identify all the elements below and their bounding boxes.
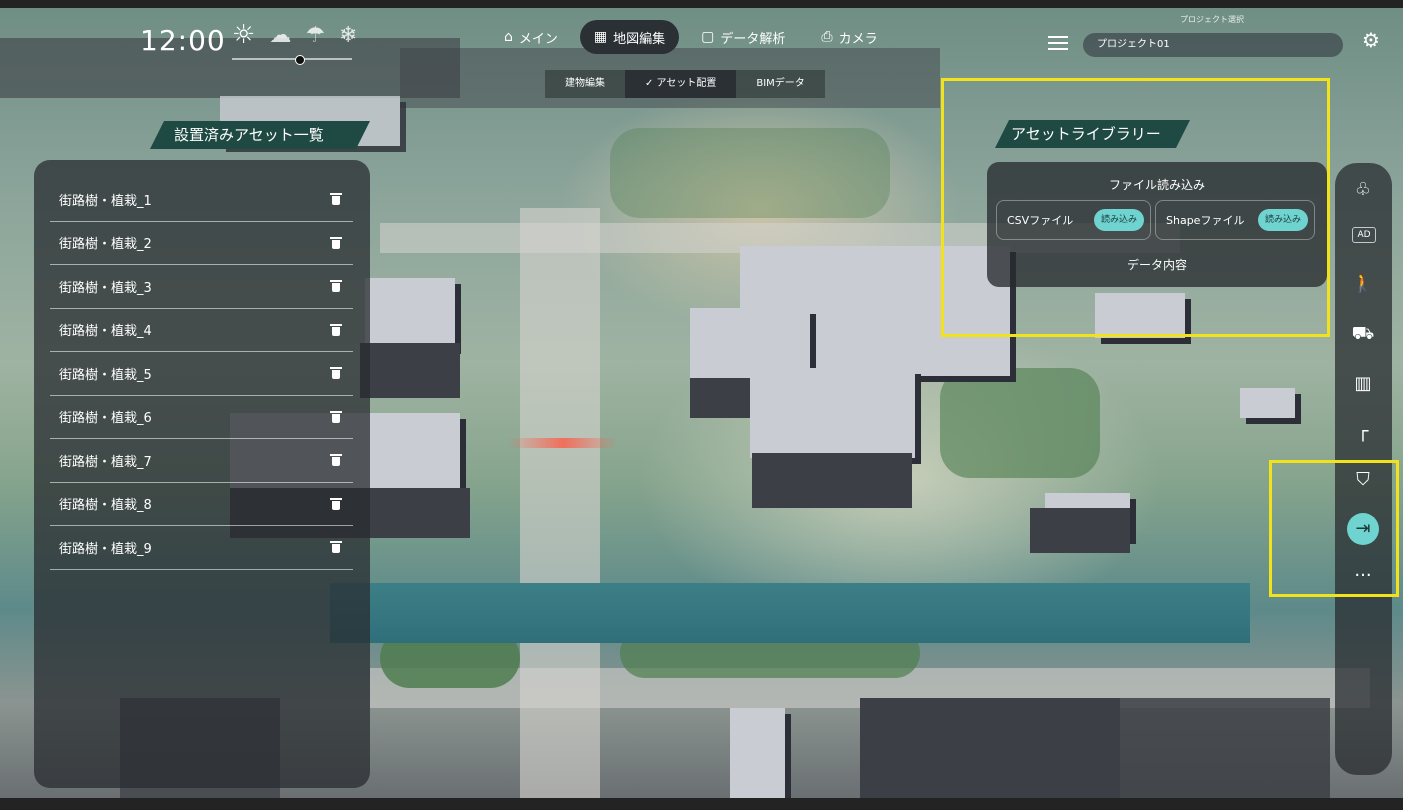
tab-main[interactable]: ⌂ メイン — [490, 20, 572, 54]
list-item[interactable]: 街路樹・植栽_6 — [50, 396, 353, 439]
building-icon: ▦ — [593, 29, 608, 45]
list-item[interactable]: 街路樹・植栽_1 — [50, 178, 353, 222]
subtab-building-edit[interactable]: 建物編集 — [545, 70, 625, 98]
sub-tabs: 建物編集 ✓ アセット配置 BIMデータ — [545, 70, 825, 98]
ad-icon[interactable]: AD — [1352, 227, 1376, 243]
subtab-asset-placement[interactable]: ✓ アセット配置 — [625, 70, 737, 98]
app: 12:00 ☼ ☁ ☂ ❄ ⌂ メイン ▦ 地図編集 ▢ データ解析 ⎙ カメラ… — [0, 0, 1403, 810]
weather-slider-handle[interactable] — [295, 55, 305, 65]
snowflake-icon[interactable]: ❄ — [339, 23, 357, 48]
highlight-import-tool — [1269, 460, 1399, 597]
asset-name: 街路樹・植栽_9 — [59, 541, 152, 557]
list-item[interactable]: 街路樹・植栽_7 — [50, 439, 353, 483]
list-item[interactable]: 街路樹・植栽_5 — [50, 352, 353, 396]
tree-icon[interactable]: ♧ — [1349, 176, 1377, 204]
square-icon: ▢ — [701, 29, 715, 45]
trash-icon[interactable] — [330, 280, 342, 293]
gear-icon[interactable]: ⚙ — [1362, 28, 1380, 52]
tab-data-analysis-label: データ解析 — [720, 31, 786, 47]
project-label: プロジェクト選択 — [1180, 15, 1244, 24]
tab-data-analysis[interactable]: ▢ データ解析 — [687, 20, 799, 54]
asset-name: 街路樹・植栽_6 — [59, 411, 152, 427]
camera-icon: ⎙ — [821, 29, 833, 45]
car-icon[interactable]: ⛟ — [1349, 320, 1377, 348]
bottom-frame — [0, 798, 1403, 810]
tab-map-edit-label: 地図編集 — [613, 31, 666, 47]
weather-slider-track[interactable] — [232, 58, 352, 60]
building-icon[interactable]: ▥ — [1349, 370, 1377, 398]
asset-name: 街路樹・植栽_2 — [59, 237, 152, 253]
main-nav: ⌂ メイン ▦ 地図編集 ▢ データ解析 ⎙ カメラ — [490, 20, 900, 54]
streetlight-icon[interactable]: ┌ — [1349, 418, 1377, 446]
person-icon[interactable]: 🚶 — [1349, 270, 1377, 298]
subtab-bim-data[interactable]: BIMデータ — [736, 70, 825, 98]
trash-icon[interactable] — [330, 323, 342, 336]
cloud-icon[interactable]: ☁ — [269, 23, 291, 48]
list-item[interactable]: 街路樹・植栽_2 — [50, 222, 353, 265]
trash-icon[interactable] — [330, 541, 342, 554]
umbrella-icon[interactable]: ☂ — [305, 23, 325, 48]
asset-name: 街路樹・植栽_8 — [59, 498, 152, 514]
project-select[interactable]: プロジェクト01 — [1083, 33, 1343, 57]
menu-icon[interactable] — [1048, 36, 1068, 50]
trash-icon[interactable] — [330, 367, 342, 380]
tab-main-label: メイン — [518, 31, 558, 47]
asset-name: 街路樹・植栽_3 — [59, 280, 152, 296]
tab-camera-label: カメラ — [838, 31, 878, 47]
list-item[interactable]: 街路樹・植栽_4 — [50, 309, 353, 352]
trash-icon[interactable] — [330, 497, 342, 510]
clock: 12:00 — [140, 24, 226, 57]
asset-name: 街路樹・植栽_5 — [59, 367, 152, 383]
list-item[interactable]: 街路樹・植栽_3 — [50, 265, 353, 309]
installed-assets-title: 設置済みアセット一覧 — [150, 121, 370, 149]
asset-name: 街路樹・植栽_4 — [59, 324, 152, 340]
top-frame — [0, 0, 1403, 8]
trash-icon[interactable] — [330, 236, 342, 249]
trash-icon[interactable] — [330, 454, 342, 467]
tab-map-edit[interactable]: ▦ 地図編集 — [579, 20, 680, 54]
installed-assets-list: 街路樹・植栽_1 街路樹・植栽_2 街路樹・植栽_3 街路樹・植栽_4 街路樹・… — [50, 178, 353, 570]
asset-name: 街路樹・植栽_7 — [59, 454, 152, 470]
sun-icon[interactable]: ☼ — [232, 20, 255, 50]
weather-selector[interactable]: ☼ ☁ ☂ ❄ — [232, 20, 371, 50]
tab-camera[interactable]: ⎙ カメラ — [807, 20, 891, 54]
trash-icon[interactable] — [330, 193, 342, 206]
highlight-asset-library — [941, 78, 1330, 337]
list-item[interactable]: 街路樹・植栽_8 — [50, 483, 353, 526]
list-item[interactable]: 街路樹・植栽_9 — [50, 526, 353, 570]
home-icon: ⌂ — [504, 29, 513, 45]
asset-name: 街路樹・植栽_1 — [59, 193, 152, 209]
trash-icon[interactable] — [330, 410, 342, 423]
